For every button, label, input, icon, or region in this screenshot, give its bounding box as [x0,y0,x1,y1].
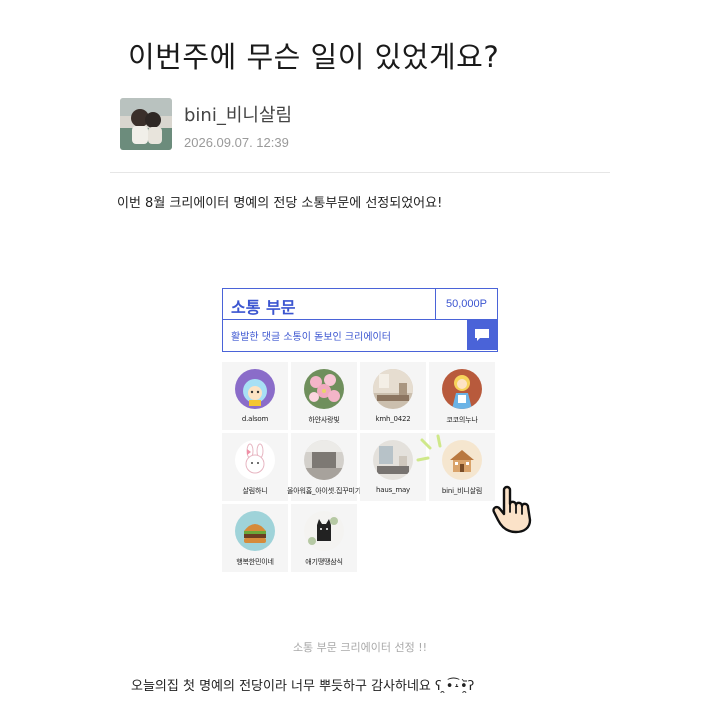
post-title: 이번주에 무슨 일이 있었게요? [128,40,500,74]
sparkle-icon [416,434,442,462]
award-description: 활발한 댓글 소통이 돋보인 크리에이터 [231,332,391,343]
comment-button[interactable] [467,320,497,350]
creator-name: d.alsom [241,415,269,423]
creator-name: 애기땡땡삼식 [305,558,343,566]
creator-card[interactable]: 행복한민이네 [222,504,288,572]
creator-name: 살림하니 [242,487,268,495]
intro-text: 이번 8월 크리에이터 명예의 전당 소통부문에 선정되었어요! [117,196,443,211]
creator-name: 행복한민이네 [236,558,274,566]
divider [110,172,610,173]
creator-name: 코코의누나 [446,416,478,424]
creator-card[interactable]: d.alsom [222,362,288,430]
room-avatar-icon [373,369,413,409]
creator-card[interactable]: 애기땡땡삼식 [291,504,357,572]
creator-card[interactable]: 살림하니 [222,433,288,501]
flower-avatar-icon [304,369,344,409]
creator-name: haus_may [376,486,410,494]
creator-card[interactable]: 올아워홈_아이셋.집꾸미기 [287,433,361,501]
creator-name: kmh_0422 [375,415,411,423]
creator-name: 올아워홈_아이셋.집꾸미기 [287,487,361,495]
award-points: 50,000P [435,289,497,319]
author-avatar[interactable] [120,98,172,150]
award-card: 소통 부문 50,000P 활발한 댓글 소통이 돋보인 크리에이터 [222,288,498,352]
interior-avatar-icon [304,440,344,480]
post-date: 2026.09.07. 12:39 [184,134,289,150]
cat-avatar-icon [304,511,344,551]
pointing-hand-icon [492,485,532,534]
award-category: 소통 부문 [231,298,296,317]
image-caption: 소통 부문 크리에이터 선정 !! [292,641,428,654]
author-block[interactable]: bini_비니살림 2026.09.07. 12:39 [120,98,292,150]
creator-grid: d.alsom 하얀사랑빛 kmh_0422 코코의누나 살림하니 올아워홈_아… [222,362,498,572]
chat-bubble-icon [475,329,489,341]
alice-avatar-icon [442,369,482,409]
closing-text: 오늘의집 첫 명예의 전당이라 너무 뿌듯하구 감사하네요 ʕ ̯•͡˔•̯᷅ʔ [131,679,475,694]
creator-name: bini_비니살림 [441,487,483,495]
creator-card[interactable]: 하얀사랑빛 [291,362,357,430]
creator-name: 하얀사랑빛 [308,416,340,424]
creator-card[interactable]: kmh_0422 [360,362,426,430]
creator-card[interactable]: 코코의누나 [429,362,495,430]
living-room-avatar-icon [373,440,413,480]
burger-avatar-icon [235,511,275,551]
author-name[interactable]: bini_비니살림 [184,101,292,127]
cartoon-avatar-icon [235,369,275,409]
bunny-avatar-icon [235,440,275,480]
